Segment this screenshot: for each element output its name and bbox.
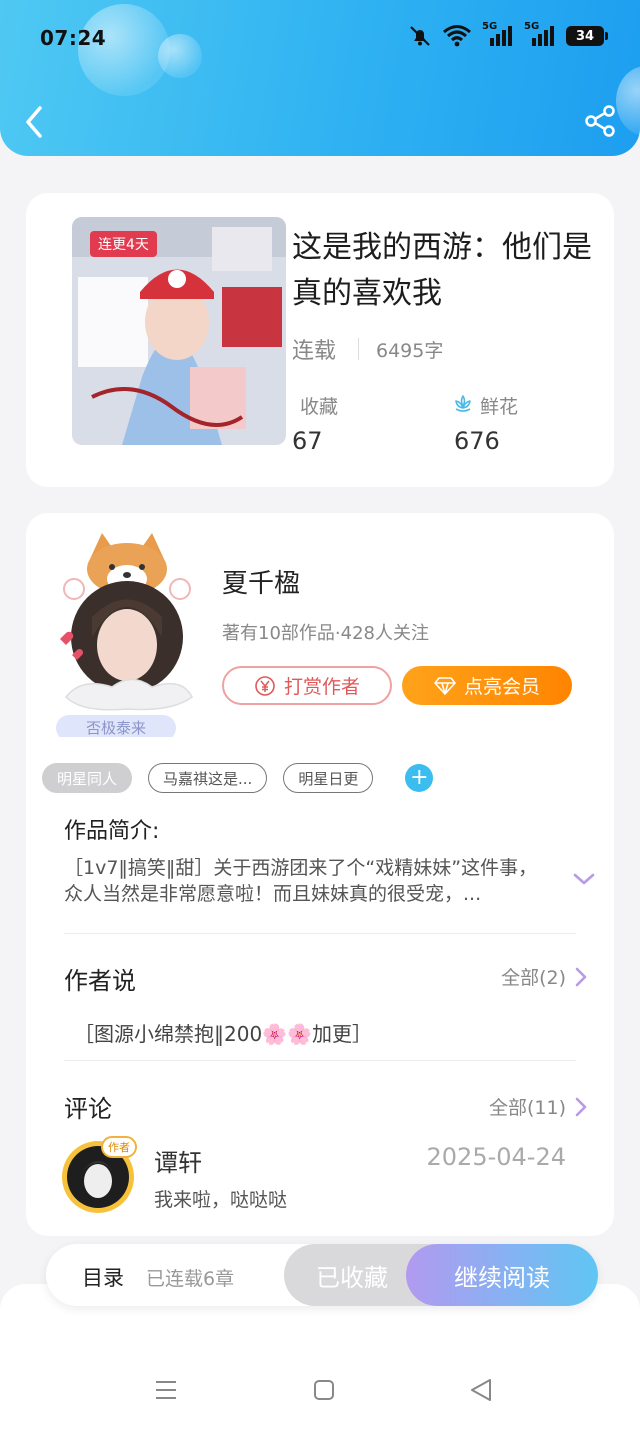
tip-author-button[interactable]: 打赏作者 (222, 666, 392, 705)
vip-label: 点亮会员 (463, 676, 540, 698)
bottom-action-bar: 目录 已连载6章 已收藏 继续阅读 (46, 1244, 598, 1306)
flower-icon (455, 395, 471, 412)
intro-text[interactable]: ［1v7‖搞笑‖甜］关于西游团来了个“戏精妹妹”这件事，众人当然是非常愿意啦！而… (64, 855, 554, 907)
author-say-more[interactable]: 全部(2) (501, 963, 588, 990)
chevron-right-icon (575, 1097, 587, 1116)
collected-label: 已收藏 (316, 1263, 388, 1292)
back-triangle-icon[interactable] (468, 1376, 494, 1404)
comments-more-label: 全部(11) (488, 1097, 566, 1119)
tip-author-label: 打赏作者 (283, 676, 360, 698)
author-say-more-label: 全部(2) (501, 967, 566, 989)
home-icon[interactable] (312, 1376, 336, 1404)
continue-reading-button[interactable]: 继续阅读 (406, 1244, 598, 1306)
word-count: 6495字 (376, 340, 444, 362)
chevron-right-icon (575, 967, 587, 986)
author-avatar[interactable]: 否极泰来 (52, 527, 202, 741)
yen-coin-icon (255, 675, 275, 696)
status-time: 07:24 (40, 26, 107, 50)
intro-title: 作品简介: (64, 819, 160, 844)
collect-count: 67 (292, 427, 323, 455)
commenter-avatar[interactable]: 作者 (58, 1135, 138, 1215)
chevron-down-icon[interactable] (572, 871, 596, 887)
tag-list: 明星同人 马嘉祺这是... 明星日更 + (42, 763, 434, 793)
comments-title: 评论 (64, 1095, 112, 1123)
cover-badge: 连更4天 (90, 231, 157, 257)
back-button[interactable] (20, 102, 50, 142)
author-badge: 否极泰来 (85, 719, 146, 737)
signal-icon: 5G (524, 21, 556, 48)
detail-card: 否极泰来 夏千楹 著有10部作品·428人关注 打赏作者 点亮会员 明星同人 马… (26, 513, 614, 1236)
tag-item[interactable]: 明星日更 (283, 763, 374, 793)
toc-button[interactable]: 目录 (82, 1262, 124, 1292)
status-icons: 5G 5G 34 (408, 21, 608, 48)
header: 07:24 5G 5G 34 (0, 0, 640, 156)
bottom-sheet (0, 1284, 640, 1431)
book-info-card: 连更4天 这是我的西游：他们是真的喜欢我 连载 6495字 收藏 67 鲜花 6… (26, 193, 614, 487)
diamond-icon (434, 676, 456, 695)
network-label: 5G (524, 21, 540, 32)
share-icon (585, 105, 615, 137)
divider (64, 1060, 576, 1061)
vip-button[interactable]: 点亮会员 (402, 666, 572, 705)
comment-text[interactable]: 我来啦，哒哒哒 (154, 1185, 287, 1212)
author-info: 著有10部作品·428人关注 (222, 623, 429, 644)
chapter-count: 已连载6章 (146, 1268, 235, 1290)
share-button[interactable] (584, 104, 616, 138)
tag-item[interactable]: 明星同人 (42, 763, 133, 793)
battery-level: 34 (575, 28, 595, 44)
comment-date: 2025-04-24 (426, 1143, 566, 1171)
divider (358, 338, 359, 360)
continue-reading-label: 继续阅读 (454, 1263, 550, 1292)
book-title: 这是我的西游：他们是真的喜欢我 (292, 230, 592, 311)
signal-icon: 5G (482, 21, 514, 48)
decor-bubble (616, 66, 640, 136)
menu-icon[interactable] (154, 1376, 178, 1404)
chevron-left-icon (26, 106, 42, 138)
network-label: 5G (482, 21, 498, 32)
book-cover[interactable]: 连更4天 (72, 217, 286, 445)
flower-label: 鲜花 (480, 396, 519, 418)
avatar-image (56, 533, 193, 741)
flower-count: 676 (454, 427, 500, 455)
wifi-icon (443, 25, 471, 47)
decor-bubble (78, 4, 170, 96)
comments-more[interactable]: 全部(11) (489, 1093, 588, 1120)
author-name[interactable]: 夏千楹 (222, 563, 300, 600)
decor-bubble (158, 34, 202, 78)
add-tag-button[interactable]: + (405, 764, 434, 792)
divider (64, 933, 576, 934)
author-say-title: 作者说 (64, 967, 136, 995)
commenter-name[interactable]: 谭轩 (154, 1143, 202, 1178)
author-say-content: ［图源小绵禁抱‖200🌸🌸加更］ (74, 1022, 372, 1046)
tag-item[interactable]: 马嘉祺这是... (148, 763, 268, 793)
collect-label: 收藏 (300, 396, 339, 418)
battery-icon: 34 (566, 26, 608, 46)
book-status: 连载 (292, 339, 337, 364)
mute-bell-icon (410, 26, 430, 46)
author-badge: 作者 (108, 1141, 130, 1154)
